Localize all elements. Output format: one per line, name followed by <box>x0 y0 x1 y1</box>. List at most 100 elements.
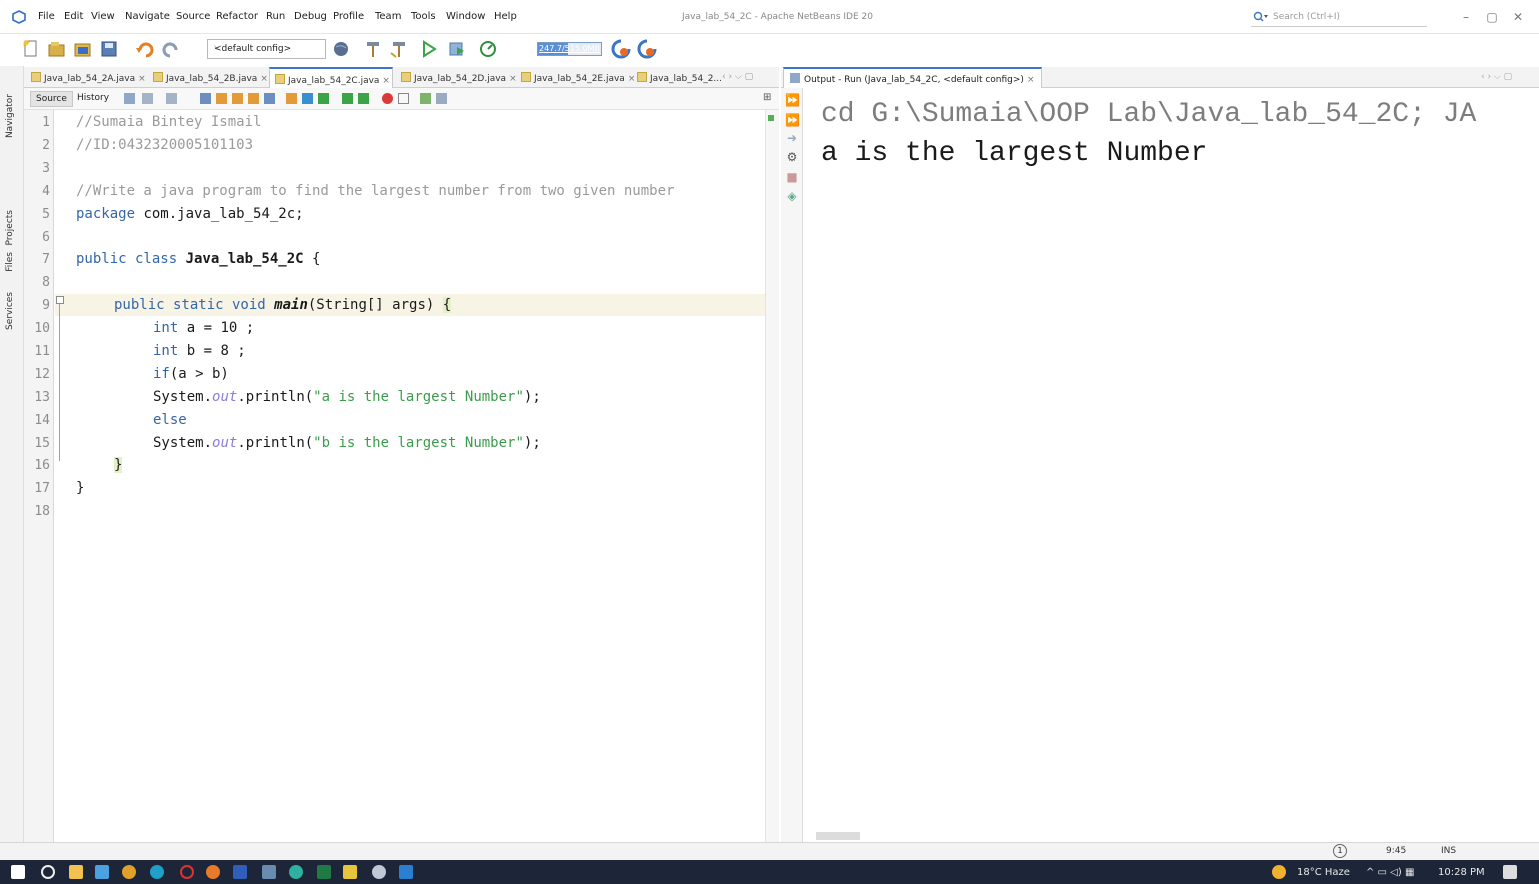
stop-macro-icon[interactable] <box>398 93 409 104</box>
menu-profile[interactable]: Profile <box>333 11 364 22</box>
close-icon[interactable]: × <box>260 74 268 84</box>
tab-java-lab-54-2e[interactable]: Java_lab_54_2E.java × <box>516 67 635 88</box>
config-select[interactable]: <default config> ⌵ <box>207 39 326 59</box>
menu-view[interactable]: View <box>91 11 115 22</box>
source-view-button[interactable]: Source <box>30 91 73 107</box>
close-icon[interactable]: × <box>382 76 390 86</box>
tab-java-lab-54-2-more[interactable]: Java_lab_54_2... <box>632 67 722 88</box>
tab-java-lab-54-2d[interactable]: Java_lab_54_2D.java × <box>396 67 517 88</box>
gc-snapshot-icon[interactable] <box>636 38 658 60</box>
forward-icon[interactable] <box>166 93 177 104</box>
gc-icon[interactable] <box>610 38 632 60</box>
close-icon[interactable]: × <box>1027 75 1035 85</box>
side-tab-files[interactable]: Files <box>5 252 15 272</box>
split-editor-icon[interactable]: ⊞ <box>763 92 771 103</box>
minimize-button[interactable]: – <box>1454 7 1478 27</box>
menu-debug[interactable]: Debug <box>294 11 327 22</box>
shift-left-icon[interactable] <box>342 93 353 104</box>
next-bookmark-icon[interactable] <box>302 93 313 104</box>
firefox-icon[interactable] <box>206 865 220 879</box>
find-selection-icon[interactable] <box>248 93 259 104</box>
app-icon-5[interactable] <box>372 865 386 879</box>
menu-refactor[interactable]: Refactor <box>216 11 258 22</box>
excel-icon[interactable] <box>317 865 331 879</box>
windows-start-icon[interactable] <box>11 865 25 879</box>
side-tab-navigator[interactable]: Navigator <box>5 94 15 138</box>
app-icon-2[interactable] <box>262 865 276 879</box>
menu-team[interactable]: Team <box>375 11 401 22</box>
tab-output-run[interactable]: Output - Run (Java_lab_54_2C, <default c… <box>783 67 1042 88</box>
edge-icon[interactable] <box>150 865 164 879</box>
find-previous-icon[interactable] <box>216 93 227 104</box>
notification-icon[interactable]: 1 <box>1333 844 1347 858</box>
word-icon[interactable] <box>233 865 247 879</box>
opera-icon[interactable] <box>180 865 194 879</box>
rerun-icon[interactable]: ⏩ <box>785 93 800 107</box>
menu-file[interactable]: File <box>38 11 55 22</box>
step-out-icon[interactable]: ➜ <box>785 131 799 145</box>
last-edit-icon[interactable] <box>124 93 135 104</box>
toggle-highlight-icon[interactable] <box>264 93 275 104</box>
memory-usage-bar[interactable]: 247.7/515.0MB <box>537 42 602 56</box>
menu-source[interactable]: Source <box>176 11 210 22</box>
new-file-icon[interactable] <box>20 38 42 60</box>
comment-icon[interactable] <box>420 93 431 104</box>
horizontal-scrollbar[interactable] <box>816 832 860 840</box>
save-all-icon[interactable] <box>98 38 120 60</box>
run-icon[interactable] <box>418 38 440 60</box>
menu-run[interactable]: Run <box>266 11 285 22</box>
app-icon[interactable] <box>95 865 109 879</box>
chrome-icon[interactable] <box>122 865 136 879</box>
redo-icon[interactable] <box>160 38 182 60</box>
history-view-button[interactable]: History <box>72 91 114 107</box>
app-icon-3[interactable] <box>289 865 303 879</box>
weather-text[interactable]: 18°C Haze <box>1297 867 1350 878</box>
uncomment-icon[interactable] <box>436 93 447 104</box>
side-tab-projects[interactable]: Projects <box>5 210 15 245</box>
find-next-icon[interactable] <box>232 93 243 104</box>
search-input[interactable]: Search (Ctrl+I) <box>1251 9 1427 27</box>
build-hammer-icon[interactable] <box>362 38 384 60</box>
clean-build-icon[interactable] <box>388 38 410 60</box>
menu-navigate[interactable]: Navigate <box>125 11 170 22</box>
tab-scroll-arrows-icon[interactable]: ‹ › ⌵ ▢ <box>722 67 753 88</box>
output-console[interactable] <box>804 88 1539 842</box>
app-icon-4[interactable] <box>343 865 357 879</box>
tab-java-lab-54-2a[interactable]: Java_lab_54_2A.java × <box>26 67 146 88</box>
previous-bookmark-icon[interactable] <box>286 93 297 104</box>
globe-icon[interactable] <box>330 38 352 60</box>
close-button[interactable]: ✕ <box>1506 7 1530 27</box>
menu-help[interactable]: Help <box>494 11 517 22</box>
search-icon[interactable] <box>41 865 55 879</box>
notification-center-icon[interactable] <box>1503 865 1517 879</box>
tray-icons[interactable]: ^ ▭ ◁) ▦ <box>1366 867 1414 878</box>
toggle-bookmark-icon[interactable] <box>318 93 329 104</box>
debug-icon[interactable] <box>446 38 468 60</box>
maximize-button[interactable]: ▢ <box>1480 7 1504 27</box>
output-settings-icon[interactable]: ⚙ <box>785 150 799 164</box>
rerun-with-params-icon[interactable]: ⏩ <box>785 113 800 127</box>
output-filter-icon[interactable]: ◈ <box>785 189 799 203</box>
close-icon[interactable]: × <box>138 74 146 84</box>
menu-edit[interactable]: Edit <box>64 11 83 22</box>
undo-icon[interactable] <box>134 38 156 60</box>
profile-icon[interactable] <box>478 38 500 60</box>
file-explorer-icon[interactable] <box>69 865 83 879</box>
menu-tools[interactable]: Tools <box>411 11 436 22</box>
output-tab-scroll-icon[interactable]: ‹ › ⌵ ▢ <box>1481 72 1512 82</box>
menu-window[interactable]: Window <box>446 11 485 22</box>
tab-java-lab-54-2b[interactable]: Java_lab_54_2B.java × <box>148 67 268 88</box>
record-macro-icon[interactable] <box>382 93 393 104</box>
side-tab-services[interactable]: Services <box>5 292 15 330</box>
weather-icon[interactable] <box>1272 865 1286 879</box>
open-project-icon[interactable] <box>72 38 94 60</box>
back-icon[interactable] <box>142 93 153 104</box>
fold-toggle-icon[interactable] <box>56 296 64 304</box>
vscode-icon[interactable] <box>399 865 413 879</box>
new-project-icon[interactable] <box>46 38 68 60</box>
stop-icon[interactable]: ■ <box>785 170 799 184</box>
shift-right-icon[interactable] <box>358 93 369 104</box>
find-icon[interactable] <box>200 93 211 104</box>
clock[interactable]: 10:28 PM <box>1438 867 1485 878</box>
tab-java-lab-54-2c[interactable]: Java_lab_54_2C.java × <box>269 67 393 88</box>
